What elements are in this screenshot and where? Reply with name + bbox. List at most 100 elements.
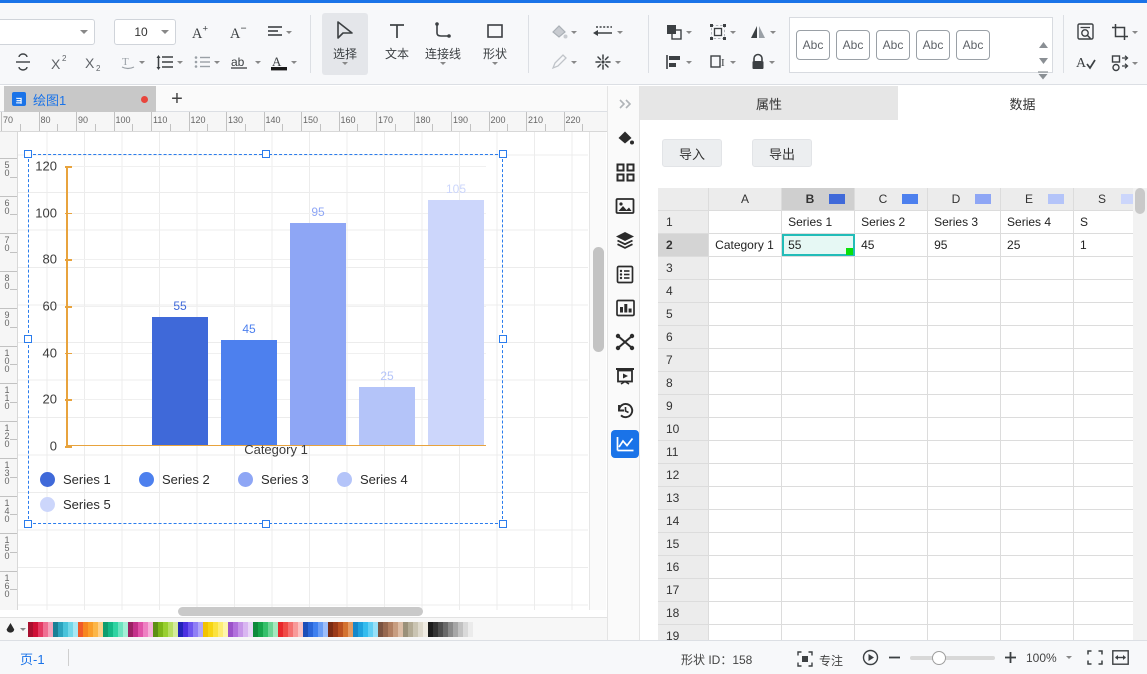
layers-icon[interactable] (611, 226, 639, 254)
sheet-cell[interactable] (1001, 441, 1074, 463)
sheet-cell[interactable] (709, 487, 783, 509)
sheet-row-header[interactable]: 1 (658, 211, 710, 233)
fill-handle[interactable] (846, 248, 854, 255)
increase-font-size-button[interactable]: A + (188, 21, 214, 43)
sheet-cell[interactable] (709, 464, 783, 486)
font-name-combo[interactable] (0, 19, 95, 45)
pen-button[interactable] (546, 51, 580, 73)
sheet-column-header[interactable]: E (1001, 188, 1074, 210)
image-icon[interactable] (611, 192, 639, 220)
sheet-cell[interactable] (1001, 556, 1074, 578)
sheet-vertical-scrollbar[interactable] (1133, 188, 1147, 640)
sheet-cell[interactable] (928, 602, 1002, 624)
sheet-cell[interactable] (855, 533, 929, 555)
play-icon[interactable] (862, 649, 879, 666)
gallery-scroll-down-icon[interactable] (1038, 53, 1048, 67)
sheet-cell[interactable] (928, 487, 1002, 509)
sheet-cell[interactable]: Category 1 (709, 234, 783, 256)
style-preset-3[interactable]: Abc (876, 30, 910, 60)
find-replace-button[interactable] (1072, 20, 1100, 44)
zoom-in-button[interactable] (1004, 651, 1017, 664)
font-size-combo[interactable]: 10 (114, 19, 176, 45)
sheet-row-header[interactable]: 11 (658, 441, 710, 463)
sheet-cell[interactable] (928, 326, 1002, 348)
sheet-cell[interactable]: Series 1 (782, 211, 856, 233)
sheet-cell[interactable] (782, 487, 856, 509)
chart-bar[interactable] (359, 386, 415, 445)
effects-button[interactable] (588, 51, 626, 73)
sheet-cell[interactable] (709, 372, 783, 394)
sheet-cell[interactable] (1001, 303, 1074, 325)
paragraph-align-button[interactable] (262, 21, 296, 43)
sheet-cell[interactable] (928, 625, 1002, 640)
sheet-cell[interactable] (1001, 280, 1074, 302)
distribute-button[interactable]: I (704, 51, 740, 73)
sheet-cell[interactable] (928, 303, 1002, 325)
sheet-row-header[interactable]: 13 (658, 487, 710, 509)
resize-handle-se[interactable] (499, 520, 507, 528)
gallery-scroll-controls[interactable] (1036, 34, 1050, 86)
sheet-cell[interactable] (709, 326, 783, 348)
sheet-cell[interactable] (782, 372, 856, 394)
sheet-cell[interactable] (855, 464, 929, 486)
sheet-cell[interactable] (709, 418, 783, 440)
page-tab[interactable]: 页-1 (20, 649, 45, 668)
fit-page-button[interactable] (1086, 650, 1103, 665)
sheet-cell[interactable] (855, 602, 929, 624)
sheet-cell[interactable] (709, 303, 783, 325)
sheet-cell[interactable] (855, 372, 929, 394)
sheet-cell[interactable] (928, 533, 1002, 555)
sheet-cell[interactable] (782, 625, 856, 640)
line-style-button[interactable] (588, 21, 626, 43)
chart-bar[interactable] (152, 316, 208, 445)
sheet-cell[interactable] (709, 257, 783, 279)
legend-item[interactable]: Series 4 (337, 472, 436, 487)
sheet-row-header[interactable]: 4 (658, 280, 710, 302)
chart-shape[interactable]: 0 20 40 60 80 100 120 55 45 95 25 105 Category 1 Se… (24, 150, 507, 528)
sheet-cell[interactable] (709, 441, 783, 463)
sheet-cell[interactable] (782, 349, 856, 371)
zoom-slider[interactable] (910, 650, 995, 665)
sheet-cell[interactable] (855, 418, 929, 440)
fill-color-button[interactable] (546, 21, 580, 43)
sheet-row-header[interactable]: 17 (658, 579, 710, 601)
sheet-cell[interactable] (855, 510, 929, 532)
resize-handle-e[interactable] (499, 335, 507, 343)
replace-shape-button[interactable] (1108, 51, 1140, 75)
chart-bar[interactable] (290, 223, 346, 445)
sheet-cell[interactable] (782, 441, 856, 463)
line-spacing-button[interactable] (152, 51, 186, 73)
resize-handle-sw[interactable] (24, 520, 32, 528)
document-outline-icon[interactable] (611, 260, 639, 288)
sheet-row-header[interactable]: 3 (658, 257, 710, 279)
collapse-panel-icon[interactable] (611, 90, 639, 118)
tool-connector-button[interactable]: 连接线 (420, 13, 466, 75)
sheet-cell[interactable] (709, 349, 783, 371)
sheet-cell[interactable] (782, 326, 856, 348)
resize-handle-s[interactable] (261, 520, 270, 528)
sheet-cell[interactable] (928, 510, 1002, 532)
sheet-cell[interactable] (709, 280, 783, 302)
sheet-cell[interactable] (928, 579, 1002, 601)
sheet-cell[interactable]: Series 3 (928, 211, 1002, 233)
focus-mode-button[interactable]: 专注 (797, 651, 843, 670)
sheet-row-header[interactable]: 8 (658, 372, 710, 394)
series-color-chip[interactable] (1048, 194, 1064, 204)
tab-properties[interactable]: 属性 (640, 86, 898, 120)
sheet-cell[interactable] (1001, 579, 1074, 601)
chart-bar[interactable] (428, 200, 484, 445)
sheet-cell[interactable] (855, 349, 929, 371)
sheet-cell[interactable] (782, 533, 856, 555)
canvas-vertical-scrollbar[interactable] (589, 132, 606, 610)
style-preset-5[interactable]: Abc (956, 30, 990, 60)
document-tab[interactable]: ョ 绘图1 (4, 86, 156, 112)
sheet-cell[interactable] (855, 579, 929, 601)
sheet-column-header[interactable]: C (855, 188, 928, 210)
sheet-cell[interactable] (928, 464, 1002, 486)
canvas-vertical-scroll-thumb[interactable] (593, 247, 604, 352)
gallery-scroll-up-icon[interactable] (1038, 37, 1048, 51)
sheet-cell[interactable] (855, 487, 929, 509)
sheet-cell[interactable] (928, 280, 1002, 302)
data-sheet[interactable]: A B C D E S 1 Series 1 Series 2 Series 3 Series 4S… (658, 188, 1147, 640)
sheet-cell[interactable]: 95 (928, 234, 1002, 256)
